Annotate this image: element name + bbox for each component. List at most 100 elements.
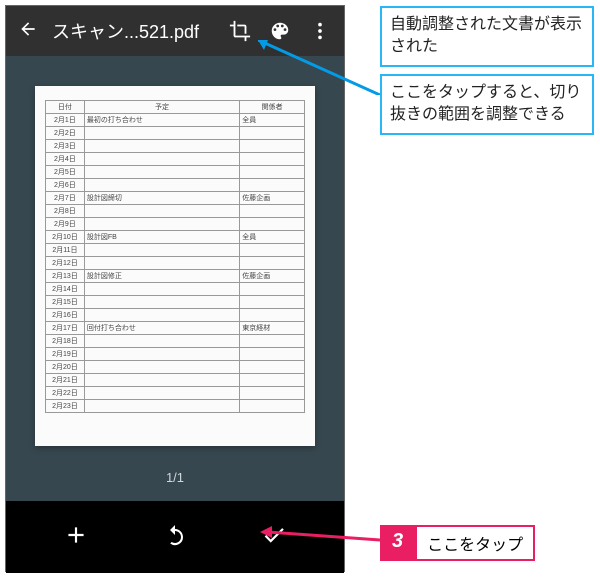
table-row: 2月1日最初の打ち合わせ全員	[46, 114, 305, 127]
cell-rel	[240, 205, 305, 218]
page-indicator: 1/1	[166, 470, 184, 485]
table-row: 2月2日	[46, 127, 305, 140]
cell-rel	[240, 140, 305, 153]
col-header-plan: 予定	[84, 101, 239, 114]
cell-rel	[240, 400, 305, 413]
cell-date: 2月9日	[46, 218, 85, 231]
confirm-icon[interactable]	[260, 521, 288, 549]
cell-rel	[240, 309, 305, 322]
cell-rel	[240, 218, 305, 231]
cell-rel	[240, 244, 305, 257]
cell-rel	[240, 127, 305, 140]
more-icon[interactable]	[308, 20, 332, 42]
table-row: 2月10日設計図FB全員	[46, 231, 305, 244]
cell-rel	[240, 179, 305, 192]
cell-date: 2月13日	[46, 270, 85, 283]
cell-date: 2月20日	[46, 361, 85, 374]
scanned-document[interactable]: 日付 予定 関係者 2月1日最初の打ち合わせ全員2月2日2月3日2月4日2月5日…	[35, 86, 315, 446]
col-header-date: 日付	[46, 101, 85, 114]
cell-plan: 最初の打ち合わせ	[84, 114, 239, 127]
cell-rel	[240, 387, 305, 400]
cell-plan	[84, 140, 239, 153]
cell-date: 2月17日	[46, 322, 85, 335]
cell-date: 2月1日	[46, 114, 85, 127]
cell-date: 2月21日	[46, 374, 85, 387]
palette-icon[interactable]	[268, 20, 292, 42]
retake-icon[interactable]	[161, 521, 189, 549]
cell-date: 2月5日	[46, 166, 85, 179]
annotation-3-wrap: 3 ここをタップ	[380, 525, 535, 561]
cell-plan	[84, 153, 239, 166]
cell-rel	[240, 166, 305, 179]
table-row: 2月15日	[46, 296, 305, 309]
table-row: 2月6日	[46, 179, 305, 192]
cell-plan	[84, 335, 239, 348]
table-row: 2月12日	[46, 257, 305, 270]
table-row: 2月19日	[46, 348, 305, 361]
table-row: 2月7日設計図締切佐藤企画	[46, 192, 305, 205]
back-icon[interactable]	[18, 19, 38, 44]
cell-date: 2月22日	[46, 387, 85, 400]
cell-plan	[84, 374, 239, 387]
cell-plan	[84, 218, 239, 231]
table-row: 2月11日	[46, 244, 305, 257]
top-toolbar: スキャン...521.pdf	[6, 6, 344, 56]
col-header-rel: 関係者	[240, 101, 305, 114]
table-row: 2月13日設計図修正佐藤企画	[46, 270, 305, 283]
annotation-3: ここをタップ	[415, 525, 535, 561]
cell-date: 2月7日	[46, 192, 85, 205]
table-row: 2月5日	[46, 166, 305, 179]
cell-rel: 東京経材	[240, 322, 305, 335]
cell-plan	[84, 166, 239, 179]
cell-plan	[84, 361, 239, 374]
cell-rel: 佐藤企画	[240, 270, 305, 283]
bottom-toolbar	[6, 501, 344, 573]
table-row: 2月23日	[46, 400, 305, 413]
cell-date: 2月8日	[46, 205, 85, 218]
cell-rel	[240, 374, 305, 387]
cell-rel	[240, 257, 305, 270]
cell-date: 2月19日	[46, 348, 85, 361]
cell-rel: 全員	[240, 231, 305, 244]
cell-plan	[84, 244, 239, 257]
cell-plan	[84, 179, 239, 192]
cell-rel	[240, 283, 305, 296]
cell-rel: 全員	[240, 114, 305, 127]
cell-date: 2月4日	[46, 153, 85, 166]
table-row: 2月8日	[46, 205, 305, 218]
cell-plan	[84, 205, 239, 218]
cell-plan	[84, 127, 239, 140]
cell-plan: 設計図修正	[84, 270, 239, 283]
cell-rel	[240, 348, 305, 361]
cell-plan: 設計図FB	[84, 231, 239, 244]
table-row: 2月4日	[46, 153, 305, 166]
cell-rel	[240, 153, 305, 166]
table-row: 2月21日	[46, 374, 305, 387]
cell-date: 2月10日	[46, 231, 85, 244]
cell-plan	[84, 387, 239, 400]
cell-plan: 設計図締切	[84, 192, 239, 205]
cell-date: 2月6日	[46, 179, 85, 192]
annotation-2: ここをタップすると、切り抜きの範囲を調整できる	[380, 74, 594, 135]
phone-frame: スキャン...521.pdf 日付 予定 関係者 2月1日最初の打ち合わせ全員2…	[5, 5, 345, 572]
cell-date: 2月11日	[46, 244, 85, 257]
cell-plan: 回付打ち合わせ	[84, 322, 239, 335]
cell-plan	[84, 296, 239, 309]
table-row: 2月18日	[46, 335, 305, 348]
table-row: 2月20日	[46, 361, 305, 374]
cell-date: 2月14日	[46, 283, 85, 296]
cell-date: 2月15日	[46, 296, 85, 309]
cell-date: 2月18日	[46, 335, 85, 348]
cell-rel: 佐藤企画	[240, 192, 305, 205]
cell-date: 2月3日	[46, 140, 85, 153]
add-page-icon[interactable]	[62, 521, 90, 549]
cell-rel	[240, 296, 305, 309]
cell-date: 2月23日	[46, 400, 85, 413]
crop-icon[interactable]	[228, 20, 252, 42]
cell-plan	[84, 257, 239, 270]
table-row: 2月17日回付打ち合わせ東京経材	[46, 322, 305, 335]
cell-date: 2月12日	[46, 257, 85, 270]
cell-plan	[84, 283, 239, 296]
cell-rel	[240, 361, 305, 374]
cell-plan	[84, 348, 239, 361]
